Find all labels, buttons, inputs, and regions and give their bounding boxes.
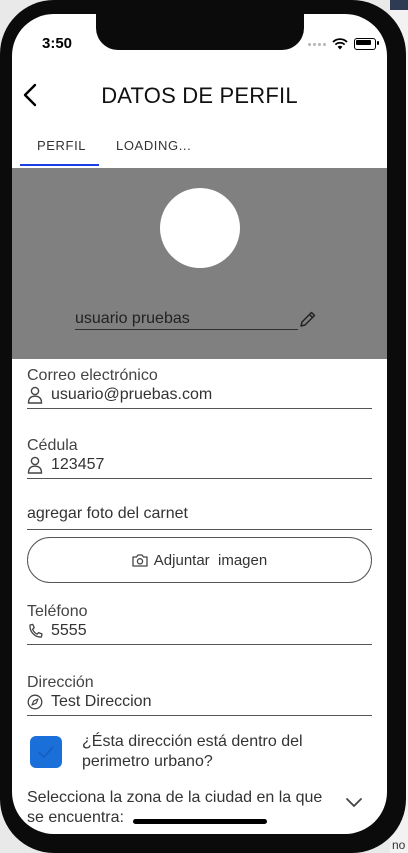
urban-area-question: ¿Ésta dirección está dentro del perimetr… [82,733,303,770]
email-field[interactable]: usuario@pruebas.com [27,384,372,409]
status-time: 3:50 [42,35,73,52]
battery-icon [354,38,379,50]
tab-bar: PERFIL LOADING... [12,130,387,168]
address-value: Test Direccion [51,693,152,710]
email-label: Correo electrónico [27,367,158,384]
attach-image-button[interactable]: Adjuntar imagen [27,537,372,583]
attach-image-label: Adjuntar imagen [153,551,268,569]
app-screen: 3:50 DATOS DE PERFIL PERFIL LOADING... u… [12,14,387,834]
tab-loading[interactable]: LOADING... [116,138,191,153]
cedula-label: Cédula [27,437,78,454]
email-value: usuario@pruebas.com [51,386,213,403]
phone-frame: 3:50 DATOS DE PERFIL PERFIL LOADING... u… [0,0,406,853]
status-icons [308,38,379,50]
device-notch [96,14,304,50]
app-header: DATOS DE PERFIL [12,74,387,114]
carnet-photo-field[interactable]: agregar foto del carnet [27,505,372,530]
phone-label: Teléfono [27,603,88,620]
home-indicator [133,819,267,824]
phone-icon [29,623,43,638]
phone-field[interactable]: 5555 [27,620,372,645]
avatar[interactable] [160,188,240,268]
desktop-strip [390,0,408,10]
username-field[interactable]: usuario pruebas [75,310,298,330]
address-label: Dirección [27,674,94,691]
tab-perfil[interactable]: PERFIL [37,138,86,153]
compass-icon [27,694,43,710]
wifi-icon [332,38,348,50]
background-edge-text: no [392,838,406,852]
checkmark-icon [38,746,54,759]
user-icon [27,386,43,404]
urban-area-checkbox[interactable] [30,736,62,768]
page-title: DATOS DE PERFIL [101,83,298,108]
pencil-icon[interactable] [298,309,318,329]
tab-indicator [20,164,99,166]
camera-icon [132,554,148,567]
profile-header: usuario pruebas [12,168,387,359]
cedula-value: 123457 [51,456,105,473]
phone-value: 5555 [51,622,87,639]
cedula-field[interactable]: 123457 [27,454,372,479]
chevron-down-icon[interactable] [345,796,363,808]
address-field[interactable]: Test Direccion [27,691,372,716]
user-icon [27,456,43,474]
signal-icon [308,42,326,46]
